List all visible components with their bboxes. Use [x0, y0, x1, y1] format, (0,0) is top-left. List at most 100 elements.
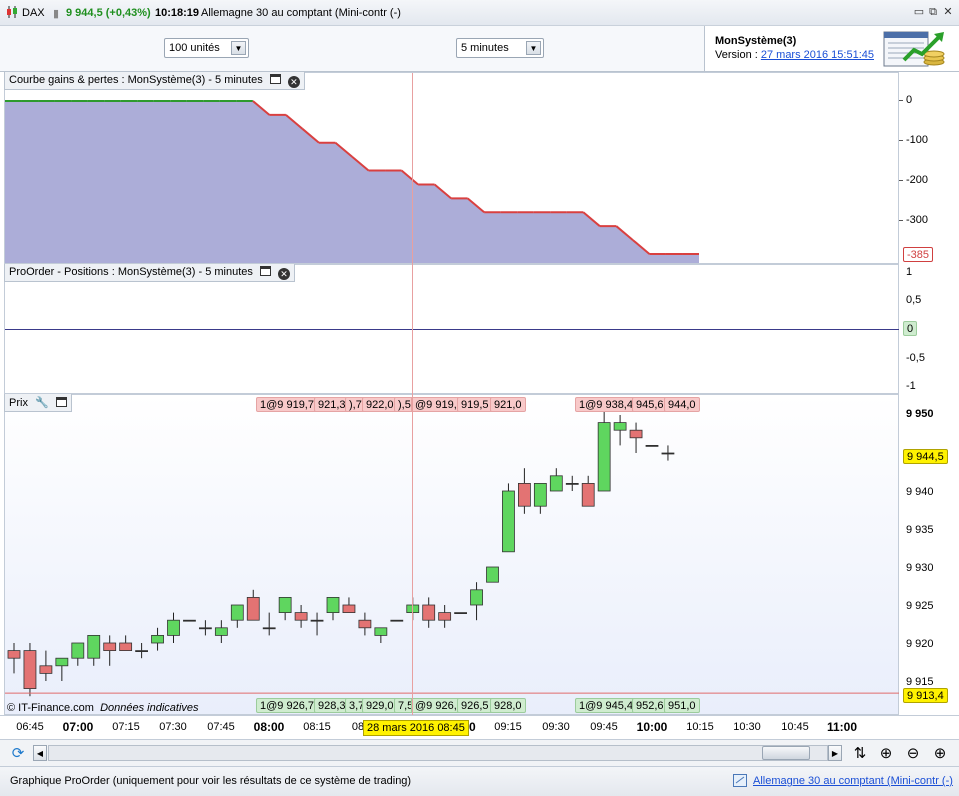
- bullish-candle: [135, 650, 149, 653]
- trade-label: 944,0: [664, 397, 700, 412]
- trade-label: 919,5: [457, 397, 493, 412]
- candlestick-app-icon: [7, 6, 17, 18]
- window-icon[interactable]: [55, 397, 67, 407]
- bullish-candle: [71, 642, 85, 659]
- xtick: 10:15: [686, 721, 714, 733]
- bearish-candle: [39, 665, 53, 674]
- version-date-link[interactable]: 27 mars 2016 15:51:45: [761, 49, 874, 61]
- restore-button[interactable]: ⧉: [926, 6, 940, 19]
- bullish-candle: [470, 589, 483, 606]
- xtick: 11:00: [826, 720, 858, 734]
- instrument-link-icon[interactable]: [733, 774, 747, 787]
- window-icon[interactable]: [269, 74, 281, 84]
- equity-ytick-2: -200: [906, 174, 929, 186]
- bullish-candle: [613, 422, 627, 431]
- bearish-candle: [7, 650, 21, 659]
- bullish-candle: [374, 627, 388, 636]
- zoom-in-icon[interactable]: ⊕: [930, 744, 950, 764]
- current-price-label: 9 944,5: [903, 449, 948, 464]
- cursor-date-label: 28 mars 2016 08:45: [363, 720, 469, 736]
- xtick: 07:15: [112, 721, 140, 733]
- trade-label: 945,6: [632, 397, 668, 412]
- scroll-right-button[interactable]: ▶: [828, 745, 842, 761]
- clock-time: 10:18:19: [155, 7, 200, 19]
- minimize-button[interactable]: ▭: [912, 6, 926, 19]
- time-axis: 06:45 07:00 07:15 07:30 07:45 08:00 08:1…: [0, 715, 959, 739]
- bearish-candle: [119, 642, 133, 651]
- price-panel-tab: Prix 🔧: [4, 394, 72, 412]
- bullish-candle: [454, 612, 468, 615]
- price-ytick: 9 920: [906, 638, 934, 650]
- interval-select[interactable]: 5 minutes ▼: [456, 38, 544, 58]
- chevron-down-icon[interactable]: ▼: [526, 41, 541, 55]
- bullish-candle: [278, 596, 292, 613]
- bullish-candle: [55, 657, 69, 667]
- trade-label: 928,0: [490, 698, 526, 713]
- zoom-fit-icon[interactable]: ⊕: [876, 744, 896, 764]
- close-button[interactable]: ✕: [941, 6, 955, 19]
- xtick: 08:00: [253, 720, 285, 734]
- refresh-icon[interactable]: ⟳: [8, 744, 28, 764]
- crosshair-line: [412, 73, 413, 715]
- scroll-left-button[interactable]: ◀: [33, 745, 47, 761]
- positions-panel-tab: ProOrder - Positions : MonSystème(3) - 5…: [4, 264, 296, 282]
- window-icon[interactable]: [259, 266, 271, 276]
- y-tick: [899, 140, 903, 141]
- equity-ytick-3: -300: [906, 214, 929, 226]
- close-icon[interactable]: ✕: [278, 268, 291, 280]
- xtick: 06:45: [16, 721, 44, 733]
- symbol-label: DAX: [22, 7, 45, 19]
- scrollbar-track[interactable]: [48, 745, 828, 761]
- equity-panel-title: Courbe gains & pertes : MonSystème(3) - …: [9, 74, 263, 86]
- bullish-candle: [310, 619, 324, 622]
- bullish-candle: [661, 452, 675, 455]
- trade-label: 926,5: [457, 698, 493, 713]
- bar-spacing-icon[interactable]: ⇅: [850, 744, 870, 764]
- disclaimer-text: Données indicatives: [100, 702, 199, 714]
- scrollbar-thumb[interactable]: [762, 746, 810, 760]
- bearish-candle: [422, 604, 436, 621]
- xtick: 07:45: [207, 721, 235, 733]
- close-icon[interactable]: ✕: [287, 76, 300, 88]
- xtick: 09:30: [542, 721, 570, 733]
- bearish-candle: [581, 483, 595, 507]
- bullish-candle: [198, 627, 212, 630]
- bullish-candle: [230, 604, 244, 621]
- trade-entry-label: 1@9 938,4: [575, 397, 637, 412]
- trade-entry-label: 1@9 926,7: [256, 698, 318, 713]
- price-panel-title: Prix: [9, 397, 28, 409]
- xtick: 08:15: [303, 721, 331, 733]
- y-tick: [899, 180, 903, 181]
- equity-area: [5, 101, 699, 263]
- chevron-down-icon[interactable]: ▼: [231, 41, 246, 55]
- xtick: 07:30: [159, 721, 187, 733]
- trade-label: 929,0: [362, 698, 398, 713]
- version-label: Version :: [715, 49, 761, 61]
- price-ytick: 9 930: [906, 562, 934, 574]
- positions-last-value: 0: [903, 321, 918, 336]
- copyright-notice: © IT-Finance.com Données indicatives: [7, 702, 199, 714]
- chart-navigation-bar: ⟳ ◀ ▶ ⇅ ⊕ ⊖ ⊕: [0, 739, 959, 766]
- bullish-candle: [502, 490, 515, 553]
- price-change: 9 944,5 (+0,43%): [66, 7, 151, 19]
- bearish-candle: [246, 596, 260, 621]
- instrument-name: Allemagne 30 au comptant (Mini-contr (-): [201, 7, 401, 19]
- bearish-candle: [294, 612, 308, 621]
- bearish-candle: [23, 650, 37, 690]
- system-version: Version : 27 mars 2016 15:51:45: [715, 49, 874, 61]
- wrench-icon[interactable]: 🔧: [35, 397, 49, 409]
- bullish-candle: [597, 422, 611, 492]
- positions-ytick-1: 0,5: [906, 294, 922, 306]
- trading-system-chart-icon: [883, 31, 945, 67]
- bullish-candle: [533, 483, 547, 507]
- equity-last-value: -385: [903, 247, 934, 262]
- title-bar: DAX ▮ 9 944,5 (+0,43%) 10:18:19 Allemagn…: [0, 0, 959, 26]
- bullish-candle: [326, 596, 340, 613]
- price-candlestick-chart: [5, 399, 899, 697]
- units-select[interactable]: 100 unités ▼: [164, 38, 249, 58]
- trade-entry-label: 1@9 945,4: [575, 698, 637, 713]
- status-bar: Graphique ProOrder (uniquement pour voir…: [0, 766, 959, 796]
- bearish-candle: [518, 483, 531, 507]
- instrument-link[interactable]: Allemagne 30 au comptant (Mini-contr (-): [753, 775, 953, 787]
- zoom-out-icon[interactable]: ⊖: [903, 744, 923, 764]
